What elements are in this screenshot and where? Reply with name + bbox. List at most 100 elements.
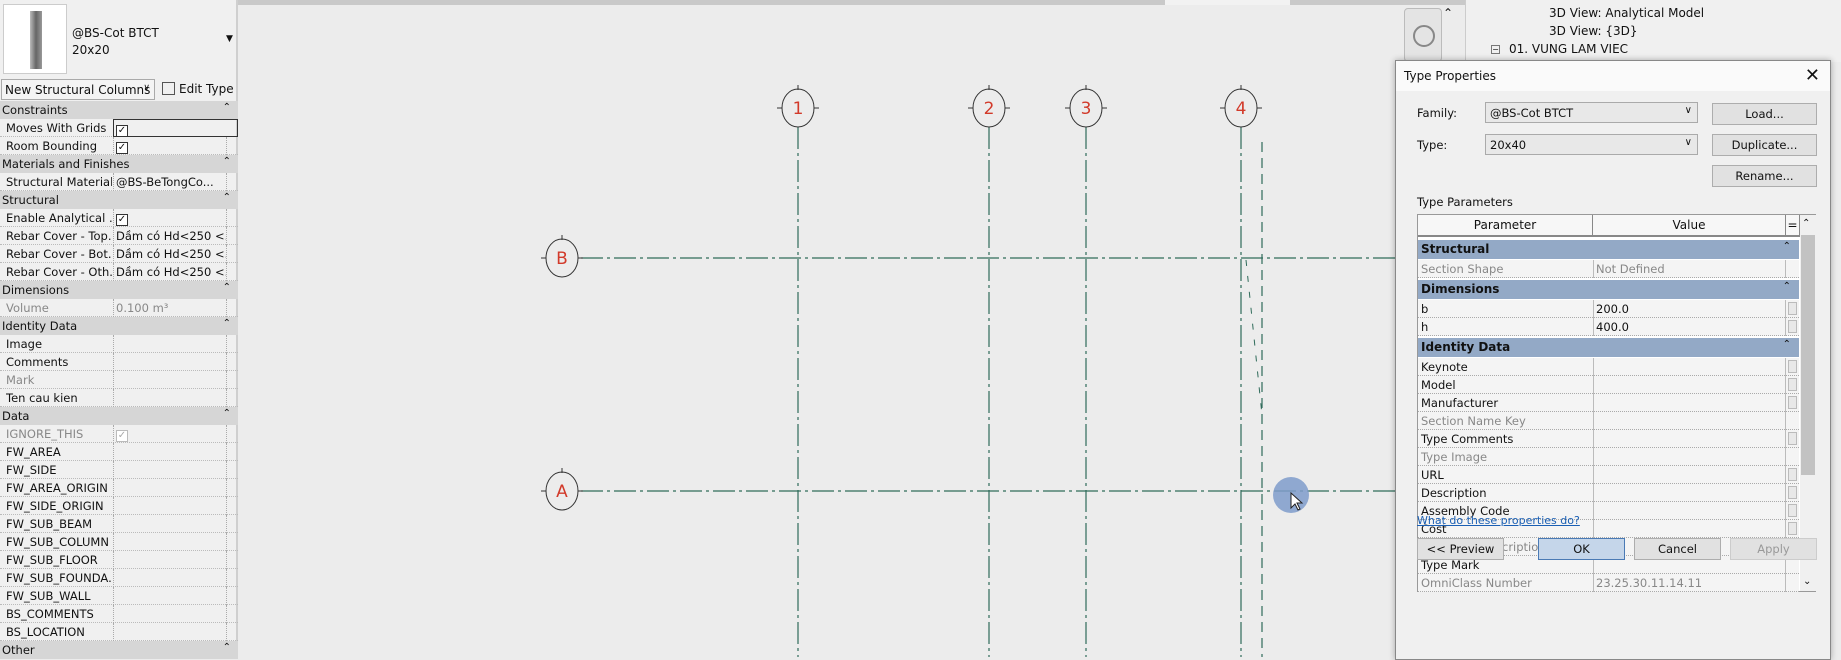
formula-button[interactable] [1788,302,1797,315]
property-value-cell[interactable] [113,461,227,479]
collapse-chevron-icon[interactable]: ⌃ [1783,241,1791,252]
parameter-value-cell[interactable] [1593,394,1786,412]
browser-item[interactable]: 3D View: Analytical Model [1549,6,1704,20]
parameter-value-cell[interactable] [1593,430,1786,448]
formula-button[interactable] [1788,504,1797,517]
preview-button[interactable]: << Preview [1417,538,1504,560]
property-value-cell[interactable] [113,569,227,587]
formula-button[interactable] [1788,468,1797,481]
formula-button[interactable] [1788,360,1797,373]
checkbox[interactable]: ✓ [116,142,128,154]
property-value-cell[interactable] [113,533,227,551]
property-value-cell[interactable] [113,353,227,371]
collapse-chevron-icon[interactable]: ⌃ [223,408,231,419]
grid-2-label[interactable]: 2 [984,99,995,119]
collapse-chevron-icon[interactable]: ⌃ [223,102,231,113]
formula-button[interactable] [1788,320,1797,333]
column-header-formula[interactable]: = [1786,215,1800,237]
collapse-chevron-icon[interactable]: ⌃ [1783,281,1791,292]
ok-button[interactable]: OK [1538,538,1625,560]
help-link[interactable]: What do these properties do? [1417,514,1580,527]
property-value-cell[interactable] [113,335,227,353]
property-group-header[interactable]: Materials and Finishes ⌃ [0,155,238,173]
formula-button[interactable] [1788,486,1797,499]
parameter-value-cell[interactable]: 400.0 [1593,318,1786,336]
load-button[interactable]: Load... [1712,103,1817,125]
property-value-cell[interactable] [113,623,227,641]
collapse-chevron-icon[interactable]: ⌃ [1783,339,1791,350]
property-value-cell[interactable] [113,587,227,605]
property-value-cell[interactable]: ✓ [113,119,238,137]
scroll-down-icon[interactable]: ⌄ [1803,576,1811,587]
property-group-header[interactable]: Other ⌃ [0,641,238,659]
property-value-cell[interactable] [113,605,227,623]
2d-wheel-icon[interactable] [1413,25,1435,47]
property-group-header[interactable]: Constraints ⌃ [0,101,238,119]
duplicate-button[interactable]: Duplicate... [1712,134,1817,156]
column-header-value[interactable]: Value [1593,215,1786,237]
type-selector-dropdown-icon[interactable]: ▼ [226,34,233,44]
table-scrollbar[interactable]: ⌃ ⌄ [1800,215,1816,591]
parameter-value-cell[interactable] [1593,466,1786,484]
property-value-cell[interactable]: Dầm có Hd<250 <... [113,263,227,281]
chevron-up-icon[interactable]: ⌃ [1443,6,1453,20]
checkbox[interactable]: ✓ [116,214,128,226]
parameter-value-cell[interactable] [1593,376,1786,394]
browser-item[interactable]: 01. VUNG LAM VIEC [1509,42,1628,56]
collapse-icon[interactable]: − [1491,45,1500,54]
collapse-chevron-icon[interactable]: ⌃ [223,642,231,653]
property-value-cell[interactable]: ✓ [113,137,227,155]
grid-1-label[interactable]: 1 [793,99,804,119]
grid-A-label[interactable]: A [556,482,568,502]
grid-B-label[interactable]: B [556,249,568,269]
close-icon[interactable]: ✕ [1805,65,1820,86]
checkbox[interactable]: ✓ [116,125,128,136]
property-group-header[interactable]: Data ⌃ [0,407,238,425]
formula-button[interactable] [1788,396,1797,409]
navigation-bar[interactable] [1404,8,1442,62]
property-value-cell[interactable] [113,497,227,515]
instance-filter-dropdown[interactable]: New Structural Columns ∨ [1,79,155,100]
property-value-cell[interactable] [113,389,227,407]
cancel-button[interactable]: Cancel [1634,538,1721,560]
grid-4-label[interactable]: 4 [1236,99,1247,119]
formula-button[interactable] [1788,522,1797,535]
property-value-cell[interactable]: Dầm có Hd<250 <... [113,227,227,245]
parameter-value-cell[interactable] [1593,484,1786,502]
apply-button[interactable]: Apply [1730,538,1817,560]
property-value-cell[interactable]: Dầm có Hd<250 <... [113,245,227,263]
parameter-group-header[interactable]: Structural ⌃ [1418,240,1799,259]
collapse-chevron-icon[interactable]: ⌃ [223,192,231,203]
formula-button[interactable] [1788,378,1797,391]
parameter-group-header[interactable]: Dimensions ⌃ [1418,280,1799,299]
property-value-cell[interactable] [113,551,227,569]
property-value-cell[interactable] [113,515,227,533]
collapse-chevron-icon[interactable]: ⌃ [223,318,231,329]
collapse-chevron-icon[interactable]: ⌃ [223,156,231,167]
edit-type-button[interactable]: Edit Type [160,79,238,100]
parameter-value-cell[interactable] [1593,502,1786,520]
type-dropdown[interactable]: 20x40 ∨ [1485,134,1698,155]
collapse-chevron-icon[interactable]: ⌃ [223,282,231,293]
property-value-cell[interactable] [113,443,227,461]
drawing-canvas[interactable]: 1 2 3 4 B A [240,5,1395,657]
column-header-parameter[interactable]: Parameter [1418,215,1593,237]
parameter-value-cell[interactable] [1593,358,1786,376]
property-group-header[interactable]: Identity Data ⌃ [0,317,238,335]
family-dropdown[interactable]: @BS-Cot BTCT ∨ [1485,102,1698,123]
parameter-value-cell[interactable] [1593,520,1786,538]
property-value-cell[interactable]: @BS-BeTongCo... [113,173,227,191]
property-value-cell[interactable]: ✓ [113,209,227,227]
property-group-header[interactable]: Structural ⌃ [0,191,238,209]
grid-preview-line[interactable] [1245,259,1263,416]
formula-button[interactable] [1788,432,1797,445]
property-value-cell[interactable] [113,479,227,497]
browser-item[interactable]: 3D View: {3D} [1549,24,1638,38]
parameter-group-header[interactable]: Identity Data ⌃ [1418,338,1799,357]
grid-3-label[interactable]: 3 [1081,99,1092,119]
parameter-value-cell[interactable]: 200.0 [1593,300,1786,318]
property-group-header[interactable]: Dimensions ⌃ [0,281,238,299]
scrollbar-thumb[interactable] [1801,235,1815,475]
scroll-up-icon[interactable]: ⌃ [1802,218,1810,229]
rename-button[interactable]: Rename... [1712,165,1817,187]
